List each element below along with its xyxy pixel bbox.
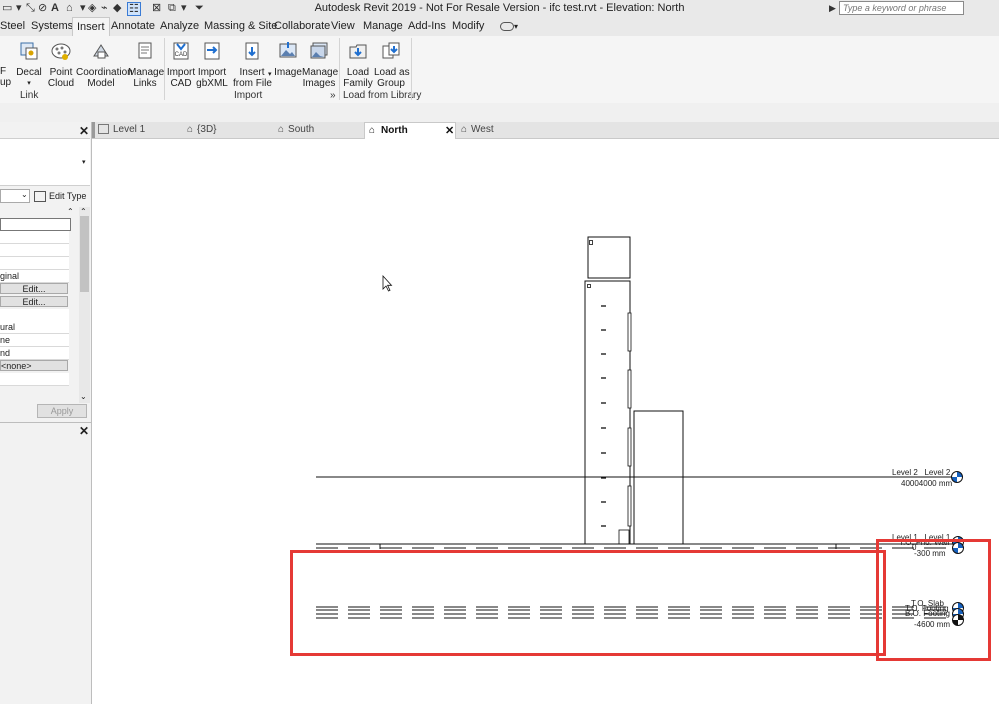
door xyxy=(618,529,630,545)
highlight-footing-lines xyxy=(290,550,886,656)
highlight-level-heads xyxy=(876,539,991,661)
tower-strip xyxy=(627,312,632,352)
roof-box[interactable] xyxy=(587,236,631,279)
tower-strip xyxy=(627,485,632,527)
level-2-name: Level 2 Level 2 xyxy=(892,468,951,477)
tower-strip xyxy=(627,369,632,409)
level-2-head-icon[interactable] xyxy=(951,471,963,483)
level-2-elevation: 40004000 mm xyxy=(901,479,953,488)
tower-wall[interactable] xyxy=(584,280,631,545)
tower-strip xyxy=(627,427,632,467)
mouse-cursor xyxy=(382,274,393,292)
